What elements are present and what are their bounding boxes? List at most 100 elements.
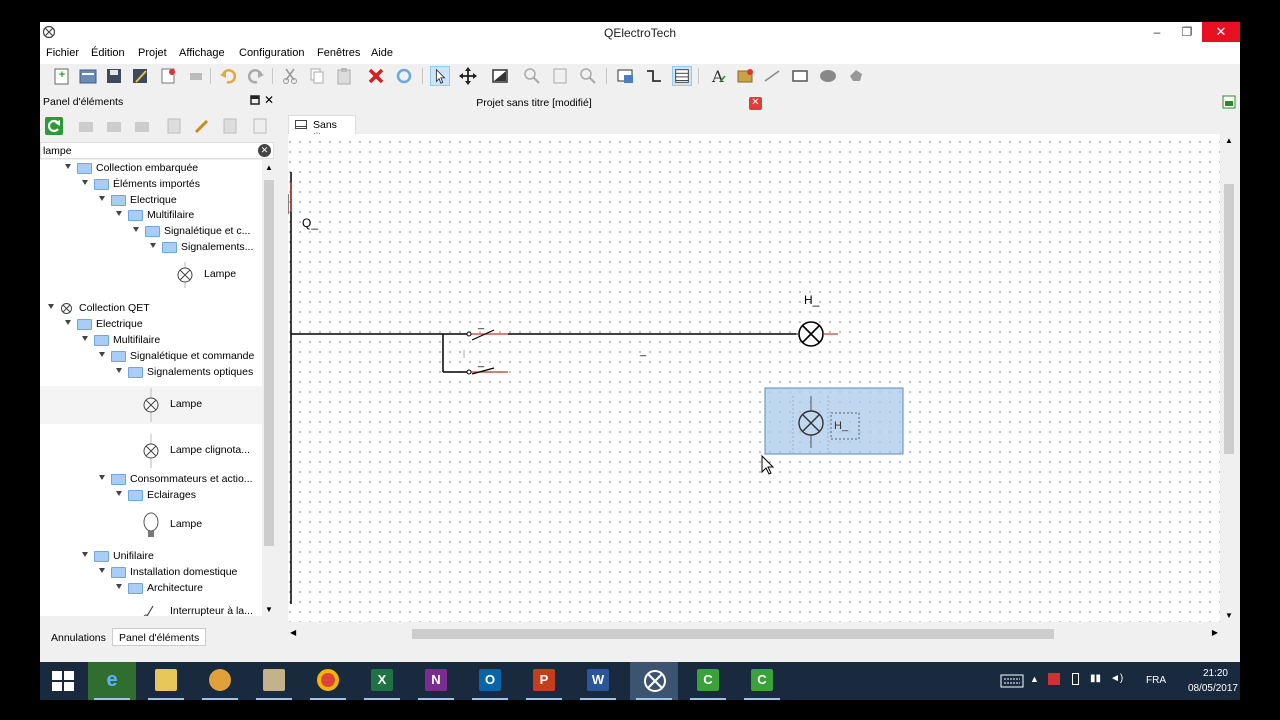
save-as-icon[interactable] bbox=[130, 66, 150, 86]
import-element-icon[interactable] bbox=[250, 116, 270, 136]
tree-folder-item[interactable]: Signalétique et c... bbox=[40, 223, 262, 239]
scroll-down-icon[interactable]: ▼ bbox=[1225, 611, 1233, 620]
delete-category-icon[interactable] bbox=[132, 116, 152, 136]
print-icon[interactable] bbox=[158, 66, 178, 86]
open-project-icon[interactable] bbox=[78, 66, 98, 86]
reload-icon[interactable] bbox=[44, 116, 64, 136]
expand-arrow-icon[interactable] bbox=[65, 320, 71, 325]
grid-icon[interactable] bbox=[672, 66, 692, 86]
expand-arrow-icon[interactable] bbox=[150, 243, 156, 248]
close-button[interactable]: ✕ bbox=[1202, 22, 1240, 42]
menu-fichier[interactable]: Fichier bbox=[46, 47, 79, 59]
two-way-switch-symbol[interactable] bbox=[442, 329, 508, 375]
project-tab[interactable]: Projet sans titre [modifié] ✕ bbox=[296, 93, 1000, 113]
expand-arrow-icon[interactable] bbox=[65, 164, 71, 169]
add-rectangle-icon[interactable] bbox=[790, 66, 810, 86]
tree-folder-item[interactable]: Electrique bbox=[40, 316, 262, 332]
vertical-scroll-thumb[interactable] bbox=[1224, 184, 1234, 454]
lamp-symbol[interactable] bbox=[796, 321, 838, 347]
tray-expand-icon[interactable]: ▲ bbox=[1030, 674, 1039, 684]
add-text-icon[interactable]: A bbox=[708, 66, 728, 86]
scroll-up-icon[interactable]: ▲ bbox=[265, 163, 273, 172]
expand-arrow-icon[interactable] bbox=[116, 211, 122, 216]
add-polygon-icon[interactable] bbox=[846, 66, 866, 86]
scroll-up-icon[interactable]: ▲ bbox=[1225, 136, 1233, 145]
menu-aide[interactable]: Aide bbox=[371, 47, 393, 59]
tree-folder-item[interactable]: Éléments importés bbox=[40, 176, 262, 192]
tree-folder-item[interactable]: Architecture bbox=[40, 580, 262, 596]
expand-arrow-icon[interactable] bbox=[82, 336, 88, 341]
tree-folder-item[interactable]: Collection embarquée bbox=[40, 160, 262, 176]
taskbar-onenote[interactable]: N bbox=[412, 662, 460, 700]
expand-arrow-icon[interactable] bbox=[99, 568, 105, 573]
taskbar-app-3[interactable] bbox=[196, 662, 244, 700]
add-folio-icon[interactable] bbox=[616, 66, 636, 86]
tree-folder-item[interactable]: Consommateurs et actio... bbox=[40, 471, 262, 487]
add-image-icon[interactable] bbox=[736, 66, 756, 86]
taskbar-file-explorer[interactable] bbox=[142, 662, 190, 700]
panel-float-icon[interactable] bbox=[250, 95, 260, 105]
minimize-button[interactable]: – bbox=[1142, 22, 1172, 42]
taskbar-camtasia-1[interactable]: C bbox=[684, 662, 732, 700]
tab-annulations[interactable]: Annulations bbox=[44, 628, 113, 646]
search-input[interactable] bbox=[41, 143, 251, 158]
tree-folder-item[interactable]: Signalements... bbox=[40, 239, 262, 255]
delete-element-icon[interactable] bbox=[220, 116, 240, 136]
expand-arrow-icon[interactable] bbox=[99, 196, 105, 201]
tree-element-item[interactable]: Interrupteur à la... bbox=[40, 600, 262, 616]
paste-icon[interactable] bbox=[334, 66, 354, 86]
menu-projet[interactable]: Projet bbox=[138, 47, 167, 59]
new-category-icon[interactable] bbox=[76, 116, 96, 136]
clock-time[interactable]: 21:20 bbox=[1203, 668, 1228, 679]
menu-affichage[interactable]: Affichage bbox=[179, 47, 225, 59]
scroll-left-icon[interactable]: ◀ bbox=[290, 628, 296, 637]
edit-element-icon[interactable] bbox=[192, 116, 212, 136]
folio-tab[interactable]: Sans titre bbox=[288, 115, 356, 143]
conductor-icon[interactable] bbox=[644, 66, 664, 86]
canvas-vertical-scrollbar[interactable]: ▲ ▼ bbox=[1220, 134, 1240, 622]
menu-edition[interactable]: Édition bbox=[91, 47, 125, 59]
network-icon[interactable] bbox=[1048, 673, 1060, 685]
new-project-icon[interactable]: + bbox=[52, 66, 72, 86]
tree-scrollbar[interactable]: ▲ ▼ bbox=[262, 160, 276, 616]
tree-folder-item[interactable]: Signalétique et commande bbox=[40, 348, 262, 364]
tree-element-item[interactable]: Lampe bbox=[40, 506, 262, 544]
zoom-out-icon[interactable] bbox=[578, 66, 598, 86]
start-button[interactable] bbox=[40, 662, 88, 700]
scroll-right-icon[interactable]: ▶ bbox=[1212, 628, 1218, 637]
taskbar-qelectrotech[interactable] bbox=[630, 662, 678, 700]
expand-arrow-icon[interactable] bbox=[99, 475, 105, 480]
new-element-icon[interactable] bbox=[164, 116, 184, 136]
tree-folder-item[interactable]: Multifilaire bbox=[40, 207, 262, 223]
add-folio-corner-icon[interactable] bbox=[1222, 95, 1236, 109]
signal-icon[interactable]: ▮▮ bbox=[1090, 673, 1101, 684]
panel-close-button[interactable]: ✕ bbox=[264, 93, 274, 107]
canvas-horizontal-scrollbar[interactable]: ◀ ▶ bbox=[288, 626, 1220, 642]
tree-folder-item[interactable]: Unifilaire bbox=[40, 548, 262, 564]
restore-button[interactable]: ❐ bbox=[1172, 22, 1202, 42]
keyboard-icon[interactable] bbox=[1000, 674, 1024, 688]
tree-folder-item[interactable]: Multifilaire bbox=[40, 332, 262, 348]
delete-icon[interactable] bbox=[366, 66, 386, 86]
taskbar-chrome[interactable] bbox=[304, 662, 352, 700]
volume-icon[interactable]: ◄) bbox=[1110, 673, 1123, 684]
expand-arrow-icon[interactable] bbox=[82, 552, 88, 557]
expand-arrow-icon[interactable] bbox=[48, 304, 54, 309]
fit-view-icon[interactable] bbox=[490, 66, 510, 86]
project-tab-close-icon[interactable]: ✕ bbox=[749, 97, 762, 110]
redo-icon[interactable] bbox=[246, 66, 266, 86]
taskbar-camtasia-2[interactable]: C bbox=[738, 662, 786, 700]
add-line-icon[interactable] bbox=[762, 66, 782, 86]
tree-element-item[interactable]: Lampe bbox=[40, 386, 262, 424]
clear-search-icon[interactable]: ✕ bbox=[258, 144, 271, 157]
expand-arrow-icon[interactable] bbox=[99, 352, 105, 357]
tree-folder-item[interactable]: Installation domestique bbox=[40, 564, 262, 580]
tree-element-item[interactable]: Lampe bbox=[40, 260, 262, 290]
search-field[interactable]: ✕ bbox=[40, 142, 274, 159]
expand-arrow-icon[interactable] bbox=[82, 180, 88, 185]
zoom-fit-icon[interactable] bbox=[550, 66, 570, 86]
expand-arrow-icon[interactable] bbox=[116, 368, 122, 373]
taskbar-word[interactable]: W bbox=[574, 662, 622, 700]
taskbar-archive[interactable] bbox=[250, 662, 298, 700]
tree-folder-item[interactable]: Eclairages bbox=[40, 487, 262, 503]
